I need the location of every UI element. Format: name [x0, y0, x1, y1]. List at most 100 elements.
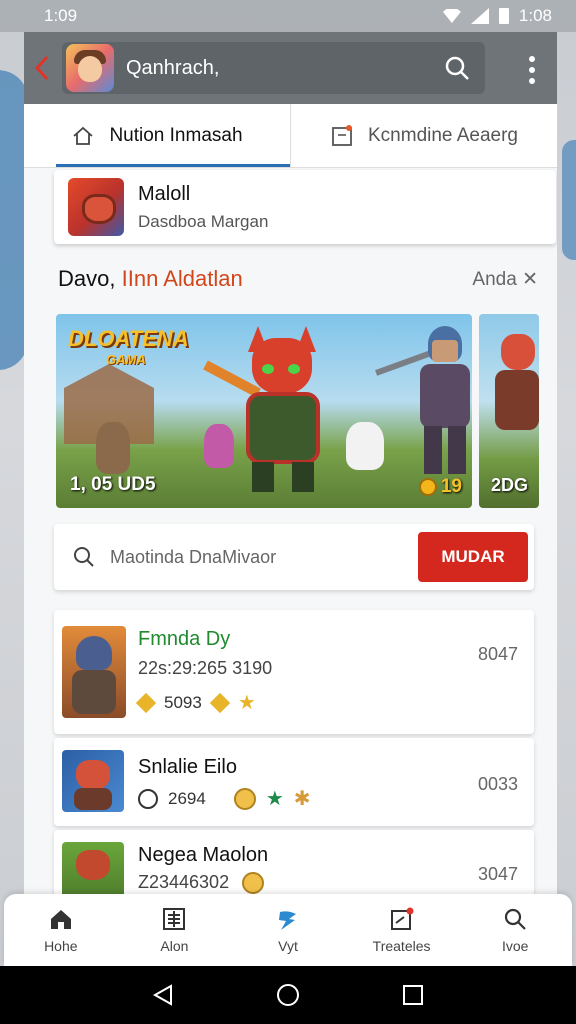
account-name: Maloll — [138, 182, 191, 205]
game-subtitle: 22s:29:265 3190 — [138, 658, 273, 678]
game-thumbnail — [62, 842, 124, 894]
gem-icon — [209, 692, 231, 713]
nav-label: Ivoe — [501, 938, 529, 954]
app-search-bar[interactable]: Qanhrach, — [62, 42, 485, 94]
clock-icon — [138, 788, 158, 809]
tab-label: Kcnmdine Aeaerg — [368, 124, 518, 146]
hero-character — [203, 326, 342, 494]
game-number: 0033 — [477, 774, 518, 794]
nav-label: Hohe — [44, 938, 78, 954]
game-stats: 5093 ★ — [135, 690, 256, 715]
main-sheet: Qanhrach, Nution Inmasah Kcnmdine Aeaerg — [24, 32, 557, 894]
gem-icon — [135, 692, 157, 713]
game-thumbnail — [62, 750, 124, 812]
section-more-link[interactable]: Anda ✕ — [472, 268, 538, 291]
notice-icon — [390, 907, 414, 930]
banner-logo: DLOATENA — [68, 326, 189, 351]
character-illustration — [96, 422, 130, 474]
back-triangle-icon[interactable] — [151, 983, 175, 1007]
game-list-item[interactable]: Snlalie Eilo 0033 2694 ★ ✱ — [54, 738, 534, 826]
tab-bar: Nution Inmasah Kcnmdine Aeaerg — [24, 104, 557, 168]
section-title-part2: IInn Aldatlan — [121, 266, 243, 291]
close-icon: ✕ — [522, 268, 538, 290]
chevron-left-icon — [34, 55, 49, 81]
game-name: Fmnda Dy — [138, 628, 231, 650]
app-title: Qanhrach, — [126, 56, 220, 79]
home-icon — [50, 910, 71, 929]
game-thumbnail — [62, 626, 126, 718]
coin-icon — [233, 787, 256, 810]
game-stats: 2694 ★ ✱ — [138, 786, 311, 811]
game-name: Snlalie Eilo — [138, 756, 237, 778]
character-illustration — [495, 370, 539, 430]
home-icon — [73, 126, 94, 145]
back-button[interactable] — [24, 55, 60, 81]
nav-vyt[interactable]: Vyt — [231, 894, 345, 966]
nav-ivoe[interactable]: Ivoe — [458, 894, 572, 966]
character-illustration — [501, 334, 535, 370]
star-icon: ★ — [237, 692, 256, 714]
bottom-navigation: Hohe Alon Vyt Treateles Ivoe — [4, 894, 572, 966]
game-number: 3047 — [477, 864, 518, 884]
character-illustration — [346, 422, 384, 470]
nav-label: Alon — [160, 938, 189, 954]
tab-label: Nution Inmasah — [109, 124, 243, 146]
banner-score-value: 19 — [440, 476, 462, 497]
account-subtitle: Dasdboa Margan — [138, 211, 269, 231]
gem-icon: ★ — [265, 788, 284, 810]
next-banner[interactable]: 2DG — [479, 314, 539, 508]
coin-icon — [242, 872, 265, 894]
game-value: 5093 — [164, 692, 202, 712]
list-icon — [163, 908, 186, 930]
banner-count: 1, 05 UD5 — [70, 474, 156, 495]
more-vert-icon[interactable] — [529, 56, 535, 89]
status-bar: 1:09 1:08 — [0, 0, 576, 32]
knight-character — [375, 326, 472, 486]
system-navigation — [0, 966, 576, 1024]
home-circle-icon[interactable] — [276, 983, 300, 1007]
wifi-icon — [442, 9, 461, 23]
game-number: 8047 — [477, 644, 518, 664]
status-time-right: 1:08 — [518, 6, 552, 25]
modar-button[interactable]: MUDAR — [418, 532, 528, 582]
avatar — [68, 178, 124, 236]
paw-icon: ✱ — [293, 788, 311, 810]
recents-square-icon[interactable] — [401, 983, 425, 1007]
game-subtitle-text: Z23446302 — [138, 872, 230, 892]
nav-home[interactable]: Hohe — [4, 894, 118, 966]
background-decoration — [562, 140, 576, 260]
app-avatar — [66, 44, 114, 92]
section-header: Davo, IInn Aldatlan Anda ✕ — [58, 266, 538, 292]
bolt-icon — [278, 911, 296, 930]
nav-alon[interactable]: Alon — [118, 894, 232, 966]
next-banner-count: 2DG — [491, 475, 529, 495]
game-name: Negea Maolon — [138, 844, 269, 866]
tab-nution[interactable]: Nution Inmasah — [24, 104, 290, 167]
battery-icon — [498, 8, 509, 24]
game-list-item[interactable]: Negea Maolon Z23446302 3047 — [54, 830, 534, 894]
search-row: Maotinda DnaMivaor MUDAR — [54, 524, 534, 590]
account-card[interactable]: Maloll Dasdboa Margan — [54, 170, 556, 244]
banner-score: 19 — [418, 476, 462, 498]
section-title: Davo, IInn Aldatlan — [58, 266, 243, 292]
search-icon — [74, 547, 94, 567]
game-subtitle: Z23446302 — [138, 872, 265, 894]
notice-icon — [332, 124, 352, 146]
tab-kcnmdine[interactable]: Kcnmdine Aeaerg — [290, 104, 557, 167]
featured-banner[interactable]: DLOATENA GAMA 1, 05 UD5 19 — [56, 314, 472, 508]
search-input[interactable]: Maotinda DnaMivaor — [110, 547, 418, 568]
section-title-part1: Davo, — [58, 266, 116, 291]
nav-label: Treateles — [372, 938, 431, 954]
search-icon[interactable] — [443, 54, 471, 82]
search-icon — [505, 908, 526, 930]
status-time-left: 1:09 — [44, 6, 78, 25]
banner-logo-sub: GAMA — [106, 352, 146, 367]
signal-icon — [470, 8, 489, 24]
nav-label: Vyt — [278, 938, 298, 954]
nav-treateles[interactable]: Treateles — [345, 894, 459, 966]
game-value: 2694 — [168, 788, 206, 808]
section-more-label: Anda — [472, 268, 517, 290]
game-list-item[interactable]: Fmnda Dy 22s:29:265 3190 8047 5093 ★ — [54, 610, 534, 734]
app-bar: Qanhrach, — [24, 32, 557, 104]
coin-icon — [418, 478, 437, 496]
